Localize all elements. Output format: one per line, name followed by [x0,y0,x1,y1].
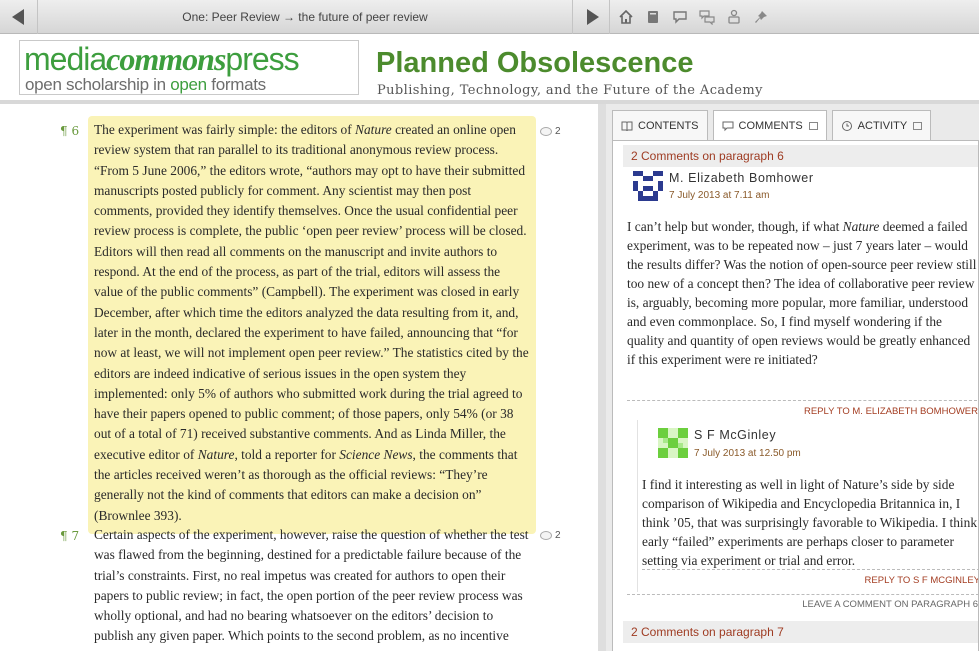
tab-activity[interactable]: Activity [831,110,932,140]
divider [627,594,978,595]
paragraph-6[interactable]: The experiment was fairly simple: the ed… [88,116,536,534]
sidebar-tabs: Contents Comments Activity [612,110,936,140]
column-divider [598,104,606,651]
reply-link[interactable]: Reply to S F McGinley [865,575,978,586]
sidebar: Contents Comments Activity 2 Comments on… [606,104,979,651]
logo-line-2: open scholarship in open formats [25,75,266,94]
toolbar [612,0,774,34]
divider [627,400,977,401]
comment-icon[interactable] [666,0,693,34]
comments-heading-paragraph-6[interactable]: 2 Comments on paragraph 6 [623,145,978,167]
avatar [658,428,688,458]
breadcrumb[interactable]: One: Peer Review → the future of peer re… [40,0,570,34]
pin-icon[interactable] [747,0,774,34]
comment-text: I can’t help but wonder, though, if what… [627,219,977,367]
tab-label: Contents [638,119,699,132]
site-header: mediacommonspress open scholarship in op… [0,35,979,100]
comment-author[interactable]: M. Elizabeth Bomhower [669,171,814,185]
comments-heading-paragraph-7[interactable]: 2 Comments on paragraph 7 [623,621,978,643]
reply-comment: S F McGinley 7 July 2013 at 12.50 pm I f… [637,420,978,592]
book-icon[interactable] [639,0,666,34]
comment-author[interactable]: S F McGinley [694,428,776,442]
site-title[interactable]: Planned Obsolescence [376,47,694,80]
comment-icon [722,121,733,131]
comments-panel: 2 Comments on paragraph 6 M. Elizabeth B… [612,140,979,651]
avatar [633,171,663,201]
comment-date[interactable]: 7 July 2013 at 12.50 pm [694,448,801,459]
comment-bubble-icon [540,126,552,136]
paragraph-number-7[interactable]: ¶ 7 [60,529,79,543]
comment-text: I find it interesting as well in light o… [642,477,978,568]
leave-comment-link[interactable]: Leave a comment on paragraph 6 [802,599,978,610]
comment-date[interactable]: 7 July 2013 at 7.11 am [669,190,769,201]
divider [642,569,978,570]
paragraph-6-comment-count[interactable]: 2 [540,126,561,137]
comments-icon[interactable] [693,0,720,34]
print-icon[interactable] [720,0,747,34]
comment-bubble-icon [540,530,552,540]
tab-label: Comments [738,119,803,132]
book-icon [621,121,633,131]
reply-link[interactable]: Reply to M. Elizabeth Bomhower [804,406,978,417]
previous-page-button[interactable] [0,0,38,34]
site-tagline: Publishing, Technology, and the Future o… [377,83,763,98]
paragraph-7-comment-count[interactable]: 2 [540,530,561,541]
paragraph-7[interactable]: Certain aspects of the experiment, howev… [88,525,536,651]
main-text-column: ¶ 6 The experiment was fairly simple: th… [0,104,598,651]
media-commons-press-logo[interactable]: mediacommonspress open scholarship in op… [19,40,359,95]
next-page-button[interactable] [572,0,610,34]
collapse-icon [913,121,923,130]
clock-icon [841,120,852,131]
tab-comments[interactable]: Comments [712,110,827,140]
logo-line-1: mediacommonspress [24,41,300,77]
collapse-icon [808,121,818,130]
top-nav-bar: One: Peer Review → the future of peer re… [0,0,979,34]
paragraph-number-6[interactable]: ¶ 6 [60,124,79,138]
tab-label: Activity [857,119,908,132]
home-icon[interactable] [612,0,639,34]
tab-contents[interactable]: Contents [612,110,708,140]
